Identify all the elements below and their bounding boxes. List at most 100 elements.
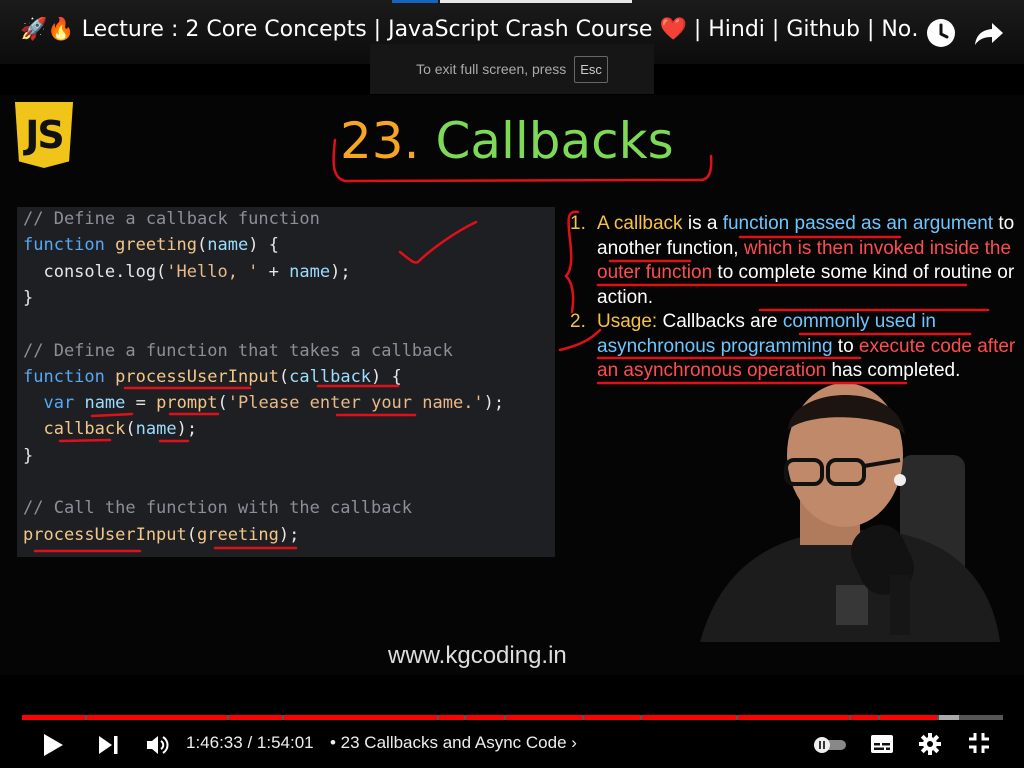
code-token: } xyxy=(23,287,34,308)
code-line: // Define a callback function xyxy=(23,209,320,229)
code-line: function greeting(name) { xyxy=(23,235,279,255)
code-token: name xyxy=(135,419,177,440)
code-token: ) { xyxy=(371,366,402,387)
volume-icon xyxy=(147,736,169,754)
code-token: prompt xyxy=(156,393,218,414)
player-controls: 1:46:33 / 1:54:01 • 23 Callbacks and Asy… xyxy=(0,722,1024,768)
note-text: function passed as an argument xyxy=(722,213,994,234)
note-text: Usage: xyxy=(597,311,658,332)
progress-played xyxy=(584,715,640,720)
code-token: // Define a function that takes a callba… xyxy=(23,340,453,361)
chapter-title: • 23 Callbacks and Async Code xyxy=(330,733,567,752)
note-item: 2. Usage: Callbacks are commonly used in … xyxy=(570,310,1020,384)
next-icon xyxy=(99,736,118,754)
presenter-image xyxy=(700,383,1000,642)
code-line: var name = prompt('Please enter your nam… xyxy=(23,393,504,413)
play-button[interactable] xyxy=(40,732,66,758)
exit-fullscreen-tip-text: To exit full screen, press xyxy=(416,61,567,77)
slide-notes: 1. A callback is a function passed as an … xyxy=(570,212,1020,384)
code-token: // Define a callback function xyxy=(23,209,320,229)
code-token: ); xyxy=(483,393,505,414)
code-token: var xyxy=(43,393,75,414)
progress-played xyxy=(466,715,504,720)
esc-key: Esc xyxy=(574,55,608,83)
autoplay-toggle[interactable] xyxy=(812,735,848,755)
play-icon xyxy=(44,734,63,756)
progress-played xyxy=(87,715,227,720)
code-token: greeting xyxy=(197,524,279,545)
settings-button[interactable] xyxy=(918,732,942,756)
website-caption: www.kgcoding.in xyxy=(388,642,567,669)
code-token: function xyxy=(23,235,105,256)
code-line: // Call the function with the callback xyxy=(23,498,412,518)
code-block: // Define a callback function function gr… xyxy=(17,207,555,557)
fullscreen-indicator xyxy=(392,0,632,3)
share-icon xyxy=(975,23,1003,45)
progress-played xyxy=(439,715,464,720)
volume-button[interactable] xyxy=(145,733,171,757)
note-text: Callbacks are xyxy=(657,311,783,332)
code-token: // Call the function with the callback xyxy=(23,498,412,519)
code-token: greeting xyxy=(115,235,198,256)
note-text: to xyxy=(832,335,859,357)
progress-played xyxy=(642,715,736,720)
code-token: } xyxy=(23,445,34,466)
progress-bar[interactable] xyxy=(22,715,1003,720)
time-separator: / xyxy=(242,733,257,752)
next-button[interactable] xyxy=(96,734,120,756)
note-text: has completed. xyxy=(826,360,961,381)
code-token: callback xyxy=(43,419,126,440)
clock-icon xyxy=(927,19,955,47)
code-token: 'Please enter your name.' xyxy=(227,393,484,414)
code-token: ( xyxy=(197,235,208,256)
share-button[interactable] xyxy=(972,16,1006,50)
heading-number: 23. xyxy=(340,112,420,170)
code-token: function xyxy=(23,366,105,387)
watch-later-button[interactable] xyxy=(924,16,958,50)
video-title[interactable]: 🚀🔥 Lecture : 2 Core Concepts | JavaScrip… xyxy=(20,17,920,42)
chapter-button[interactable]: • 23 Callbacks and Async Code › xyxy=(330,733,577,753)
code-token: name xyxy=(207,235,249,256)
code-line: // Define a function that takes a callba… xyxy=(23,341,453,361)
code-line: processUserInput(greeting); xyxy=(23,525,299,545)
duration: 1:54:01 xyxy=(256,733,314,752)
js-logo: JS xyxy=(14,102,74,168)
note-item: 1. A callback is a function passed as an … xyxy=(570,212,1020,310)
code-line: console.log('Hello, ' + name); xyxy=(23,261,350,282)
note-text: is a xyxy=(682,213,723,234)
code-token: = xyxy=(125,393,157,414)
code-token: name xyxy=(289,261,331,282)
progress-played xyxy=(851,715,878,720)
progress-played xyxy=(284,715,437,720)
current-time: 1:46:33 xyxy=(186,733,243,752)
exit-fullscreen-button[interactable] xyxy=(968,732,990,754)
code-token: ( xyxy=(278,366,290,387)
code-token: 'Hello, ' xyxy=(166,261,259,282)
subtitles-button[interactable] xyxy=(870,734,894,754)
note-text: callback xyxy=(613,213,683,234)
code-token: callback xyxy=(289,366,372,387)
code-line: function processUserInput(callback) { xyxy=(23,367,402,387)
code-token: console.log( xyxy=(23,261,167,282)
chapter-chevron: › xyxy=(571,733,577,752)
code-token: processUserInput xyxy=(115,366,279,387)
code-token: ); xyxy=(176,419,198,440)
note-marker: 1. xyxy=(570,213,586,234)
code-token: ) { xyxy=(248,235,279,256)
subtitles-icon xyxy=(871,735,893,753)
code-line: } xyxy=(23,446,33,466)
code-line: callback(name); xyxy=(23,419,197,439)
code-token: + xyxy=(258,261,290,282)
progress-played xyxy=(229,715,282,720)
code-token: name xyxy=(84,393,126,414)
note-marker: 2. xyxy=(570,311,586,332)
autoplay-toggle-icon xyxy=(814,737,846,753)
code-token: ); xyxy=(278,524,300,545)
code-token: ( xyxy=(186,524,198,545)
code-token: ( xyxy=(125,419,136,440)
progress-played xyxy=(738,715,849,720)
note-text: A xyxy=(597,213,614,234)
progress-played xyxy=(880,715,937,720)
